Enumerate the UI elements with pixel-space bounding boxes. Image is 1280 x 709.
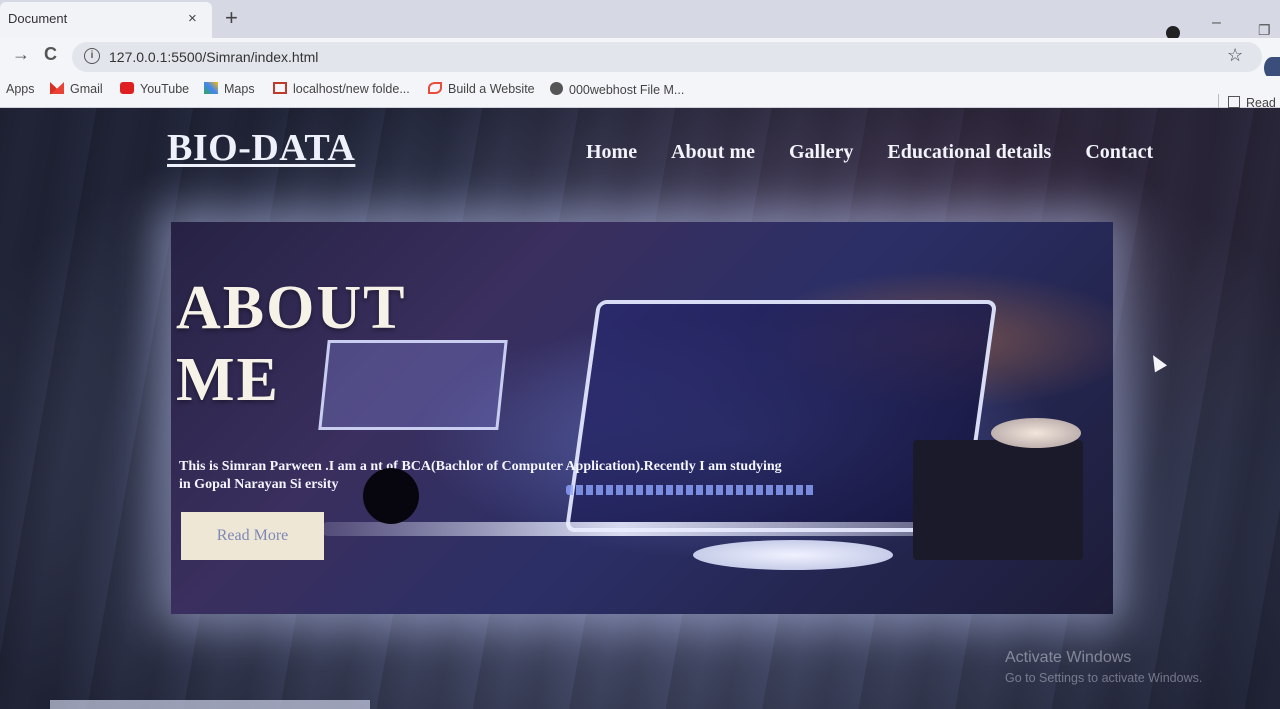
bookmark-label: Apps [6, 82, 35, 96]
nav-contact[interactable]: Contact [1085, 141, 1153, 164]
hero-mouse [693, 540, 893, 570]
redaction-mark [363, 468, 419, 524]
address-bar: → C i 127.0.0.1:5500/Simran/index.html ☆ [0, 38, 1280, 79]
bookmark-maps[interactable]: Maps [204, 82, 255, 96]
bookmark-gmail[interactable]: Gmail [50, 82, 103, 96]
restore-icon[interactable]: ❐ [1258, 22, 1271, 39]
mouse-cursor-icon [1146, 351, 1168, 373]
youtube-icon [120, 82, 134, 94]
maps-icon [204, 82, 218, 94]
minimize-icon[interactable]: – [1212, 14, 1221, 32]
reading-list-icon [1228, 96, 1240, 108]
hero-plant [991, 418, 1081, 448]
info-icon[interactable]: i [84, 48, 100, 64]
hero-title: ABOUT ME [176, 272, 476, 416]
url-text[interactable]: 127.0.0.1:5500/Simran/index.html [109, 49, 318, 65]
browser-tab-bar: Document × + – ❐ [0, 0, 1280, 40]
hero-plant-pot [913, 440, 1083, 560]
forward-arrow-icon[interactable]: → [12, 44, 30, 65]
globe-icon [550, 82, 563, 95]
activate-windows-title: Activate Windows [1005, 649, 1132, 666]
bookmark-000webhost[interactable]: 000webhost File M... [550, 82, 684, 97]
nav-educational-details[interactable]: Educational details [887, 141, 1051, 164]
bookmark-label: Build a Website [448, 82, 535, 96]
localhost-icon [273, 82, 287, 94]
bookmark-label: Maps [224, 82, 255, 96]
nav-home[interactable]: Home [586, 141, 637, 164]
nav-gallery[interactable]: Gallery [789, 141, 853, 164]
site-nav: Home About me Gallery Educational detail… [586, 141, 1153, 164]
bookmark-label: localhost/new folde... [293, 82, 410, 96]
tab-close-icon[interactable]: × [188, 10, 197, 27]
reload-icon[interactable]: C [44, 44, 57, 65]
tab-title: Document [8, 11, 68, 26]
taskbar-strip [50, 700, 370, 709]
hero-description: This is Simran Parween .I am a nt of BCA… [179, 459, 782, 492]
bookmark-apps[interactable]: Apps [6, 82, 35, 96]
hero-title-line-1: ABOUT [176, 274, 407, 342]
bookmark-youtube[interactable]: YouTube [120, 82, 189, 96]
activate-windows-subtitle: Go to Settings to activate Windows. [1005, 671, 1203, 685]
bookmarks-bar: Apps Gmail YouTube Maps localhost/new fo… [0, 76, 1280, 112]
hero-title-line-2: ME [176, 346, 280, 414]
build-icon [428, 82, 442, 94]
hero-card: ABOUT ME This is Simran Parween .I am a … [171, 222, 1113, 614]
browser-tab[interactable]: Document × [0, 2, 212, 38]
url-field[interactable]: i 127.0.0.1:5500/Simran/index.html ☆ [72, 42, 1262, 72]
bookmark-build-website[interactable]: Build a Website [428, 82, 535, 96]
hero-laptop-base [321, 522, 921, 536]
bookmark-localhost[interactable]: localhost/new folde... [273, 82, 410, 96]
new-tab-icon[interactable]: + [225, 5, 238, 31]
bookmark-label: YouTube [140, 82, 190, 96]
bookmark-star-icon[interactable]: ☆ [1227, 45, 1243, 66]
bookmark-label: Gmail [70, 82, 103, 96]
read-more-button[interactable]: Read More [181, 512, 324, 560]
bookmark-label: 000webhost File M... [569, 83, 685, 97]
web-page: BIO-DATA Home About me Gallery Education… [0, 108, 1280, 709]
nav-about-me[interactable]: About me [671, 141, 755, 164]
gmail-icon [50, 82, 64, 94]
site-logo[interactable]: BIO-DATA [167, 126, 355, 170]
